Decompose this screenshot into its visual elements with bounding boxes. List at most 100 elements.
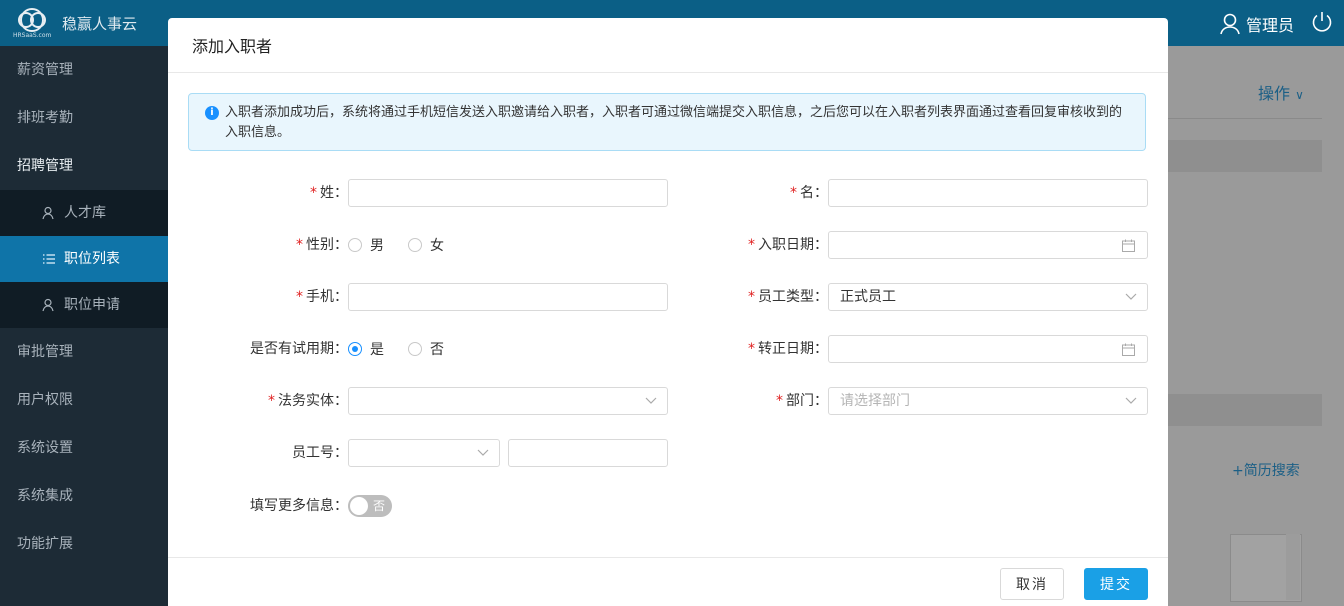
required-mark: * xyxy=(310,185,317,201)
sidebar-item-label: 用户权限 xyxy=(17,392,73,408)
calendar-icon xyxy=(1122,239,1135,252)
legal-entity-label: * 法务实体： xyxy=(208,387,348,415)
first-name-input[interactable] xyxy=(828,179,1148,207)
employee-type-label: * 员工类型： xyxy=(688,283,828,311)
employee-type-select[interactable]: 正式员工 xyxy=(828,283,1148,311)
sidebar-item-recruitment[interactable]: 招聘管理 xyxy=(0,142,168,190)
department-select[interactable]: 请选择部门 xyxy=(828,387,1148,415)
power-icon xyxy=(1312,12,1332,32)
regular-date-picker[interactable] xyxy=(828,335,1148,363)
label-text: 手机： xyxy=(306,289,348,305)
chevron-down-icon xyxy=(1125,293,1137,300)
chevron-down-icon xyxy=(1125,397,1137,404)
radio-label: 否 xyxy=(430,342,444,358)
sidebar-item-attendance[interactable]: 排班考勤 xyxy=(0,94,168,142)
calendar-icon xyxy=(1122,343,1135,356)
info-icon: i xyxy=(205,106,219,120)
legal-entity-select[interactable] xyxy=(348,387,668,415)
dialog-footer-divider xyxy=(168,557,1168,558)
submit-button[interactable]: 提交 xyxy=(1084,568,1148,600)
last-name-label: * 姓： xyxy=(208,179,348,207)
gender-label: * 性别： xyxy=(208,231,348,259)
plus-icon: + xyxy=(1232,463,1244,479)
last-name-input[interactable] xyxy=(348,179,668,207)
sidebar-subitem-job-application[interactable]: 职位申请 xyxy=(0,282,168,328)
person-icon xyxy=(42,206,54,220)
employee-no-prefix-select[interactable] xyxy=(348,439,500,467)
probation-radio-no[interactable] xyxy=(408,342,422,356)
label-text: 名： xyxy=(800,185,828,201)
mobile-input[interactable] xyxy=(348,283,668,311)
sidebar-item-label: 排班考勤 xyxy=(17,110,73,126)
background-scrollbar xyxy=(1286,534,1300,600)
required-mark: * xyxy=(748,237,755,253)
background-overlay xyxy=(1168,46,1344,606)
dialog-title: 添加入职者 xyxy=(168,18,1168,73)
sidebar-subitem-label: 职位列表 xyxy=(64,251,120,267)
switch-text: 否 xyxy=(372,499,385,513)
logo[interactable]: HRSaaS.com 稳赢人事云 xyxy=(12,6,137,40)
regular-date-label: * 转正日期： xyxy=(688,335,828,363)
sidebar-item-settings[interactable]: 系统设置 xyxy=(0,424,168,472)
probation-radio-yes[interactable] xyxy=(348,342,362,356)
logo-icon: HRSaaS.com xyxy=(12,6,52,40)
required-mark: * xyxy=(296,289,303,305)
employee-no-input[interactable] xyxy=(508,439,668,467)
gender-radio-female[interactable] xyxy=(408,238,422,252)
first-name-label: * 名： xyxy=(688,179,828,207)
logo-subtext: HRSaaS.com xyxy=(13,32,52,39)
background-action-menu: 操作 ∨ xyxy=(1258,80,1304,104)
cancel-button[interactable]: 取消 xyxy=(1000,568,1064,600)
sidebar-item-extensions[interactable]: 功能扩展 xyxy=(0,520,168,568)
sidebar-item-label: 功能扩展 xyxy=(17,536,73,552)
label-text: 填写更多信息： xyxy=(250,498,348,514)
list-icon xyxy=(43,254,55,264)
label-text: 姓： xyxy=(320,185,348,201)
entry-date-label: * 入职日期： xyxy=(688,231,828,259)
more-info-switch[interactable]: 否 xyxy=(348,495,392,517)
sidebar-item-label: 系统设置 xyxy=(17,440,73,456)
background-divider xyxy=(1168,118,1322,119)
employee-type-value: 正式员工 xyxy=(840,289,896,305)
sidebar-item-permissions[interactable]: 用户权限 xyxy=(0,376,168,424)
label-text: 员工类型： xyxy=(758,289,828,305)
sidebar-subitem-label: 职位申请 xyxy=(64,297,120,313)
sidebar-subitem-talent-pool[interactable]: 人才库 xyxy=(0,190,168,236)
sidebar-item-approval[interactable]: 审批管理 xyxy=(0,328,168,376)
sidebar-item-label: 薪资管理 xyxy=(17,62,73,78)
add-onboarder-dialog: 添加入职者 i 入职者添加成功后，系统将通过手机短信发送入职邀请给入职者，入职者… xyxy=(168,18,1168,606)
required-mark: * xyxy=(748,289,755,305)
sidebar-item-label: 系统集成 xyxy=(17,488,73,504)
background-strip xyxy=(1168,394,1322,426)
radio-label: 男 xyxy=(370,238,384,254)
sidebar-item-label: 审批管理 xyxy=(17,344,73,360)
switch-knob xyxy=(350,497,368,515)
info-notice: i 入职者添加成功后，系统将通过手机短信发送入职邀请给入职者，入职者可通过微信端… xyxy=(188,93,1146,151)
gender-radio-male[interactable] xyxy=(348,238,362,252)
gender-radio-group: 男 女 xyxy=(348,231,468,259)
user-name: 管理员 xyxy=(1245,16,1294,35)
sidebar-subitem-job-list[interactable]: 职位列表 xyxy=(0,236,168,282)
user-icon xyxy=(1220,13,1240,35)
label-text: 入职日期： xyxy=(758,237,828,253)
user-menu[interactable]: 管理员 xyxy=(1220,12,1294,36)
department-label: * 部门： xyxy=(688,387,828,415)
probation-radio-group: 是 否 xyxy=(348,335,468,363)
entry-date-picker[interactable] xyxy=(828,231,1148,259)
probation-label: 是否有试用期： xyxy=(208,335,348,363)
department-placeholder: 请选择部门 xyxy=(840,393,910,409)
chevron-down-icon xyxy=(645,397,657,404)
background-resume-search: +简历搜索 xyxy=(1232,460,1300,480)
label-text: 法务实体： xyxy=(278,393,348,409)
label-text: 部门： xyxy=(786,393,828,409)
resume-search-label: 简历搜索 xyxy=(1243,463,1300,479)
more-info-label: 填写更多信息： xyxy=(208,492,348,520)
sidebar-item-integration[interactable]: 系统集成 xyxy=(0,472,168,520)
sidebar-item-salary[interactable]: 薪资管理 xyxy=(0,46,168,94)
radio-label: 是 xyxy=(370,342,384,358)
radio-label: 女 xyxy=(430,238,444,254)
label-text: 转正日期： xyxy=(758,341,828,357)
label-text: 性别： xyxy=(306,237,348,253)
power-button[interactable] xyxy=(1310,10,1334,38)
required-mark: * xyxy=(776,393,783,409)
